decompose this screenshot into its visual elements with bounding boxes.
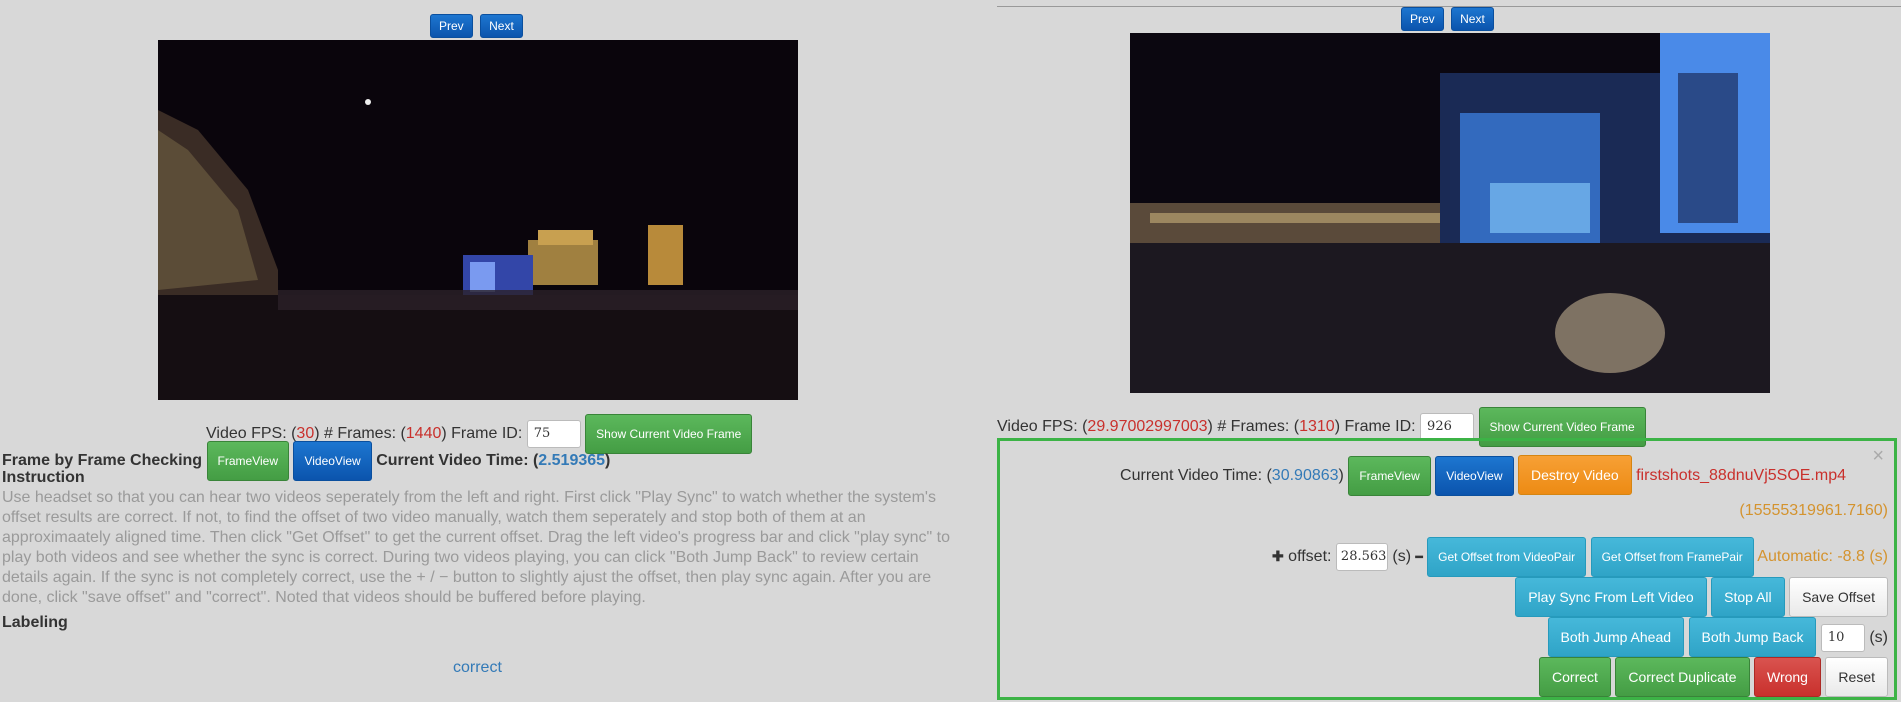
left-video-player[interactable] [158, 40, 798, 400]
stop-all-button[interactable]: Stop All [1711, 577, 1785, 617]
right-fps-prefix: Video FPS: ( [997, 418, 1088, 435]
wrong-button[interactable]: Wrong [1753, 657, 1821, 697]
correct-button[interactable]: Correct [1539, 657, 1611, 697]
panel-time-row: Current Video Time: (30.90863) FrameView… [1120, 455, 1846, 496]
left-frames-prefix: ) # Frames: ( [314, 425, 406, 442]
panel-label-row: Correct Correct Duplicate Wrong Reset [1539, 657, 1888, 697]
jump-unit: (s) [1869, 629, 1888, 646]
right-frameview-button[interactable]: FrameView [1348, 456, 1431, 496]
right-current-time-value: 30.90863 [1271, 467, 1339, 484]
left-frame-id-label: ) Frame ID: [441, 425, 523, 442]
automatic-offset: Automatic: -8.8 (s) [1757, 548, 1888, 565]
right-prev-button[interactable]: Prev [1401, 7, 1444, 31]
save-offset-button[interactable]: Save Offset [1789, 577, 1888, 617]
right-nav: Prev Next [1401, 7, 1494, 31]
offset-unit: (s) [1392, 548, 1412, 565]
offset-label: offset: [1288, 548, 1332, 565]
sync-control-panel: × Current Video Time: (30.90863) FrameVi… [997, 438, 1897, 700]
left-videoview-button[interactable]: VideoView [293, 441, 372, 481]
plus-icon[interactable]: ✚ [1272, 548, 1284, 564]
offset-input[interactable]: 28.563 [1335, 542, 1388, 571]
close-icon[interactable]: × [1872, 445, 1884, 468]
left-frameview-button[interactable]: FrameView [206, 441, 289, 481]
right-current-time-prefix: Current Video Time: ( [1120, 467, 1272, 484]
left-fps-value: 30 [296, 425, 315, 442]
get-offset-videopair-button[interactable]: Get Offset from VideoPair [1427, 537, 1587, 577]
labeling-title: Labeling [2, 614, 68, 631]
destroy-video-button[interactable]: Destroy Video [1517, 455, 1632, 495]
left-nav: Prev Next [430, 14, 523, 38]
left-next-button[interactable]: Next [480, 14, 523, 38]
left-video-frame [158, 40, 798, 400]
left-current-time-value: 2.519365 [538, 452, 606, 469]
frame-check-row: Frame by Frame Checking FrameView VideoV… [2, 441, 610, 481]
left-current-time-prefix: Current Video Time: ( [376, 452, 539, 469]
right-current-time-suffix: ) [1338, 467, 1344, 484]
right-frame-id-input[interactable]: 926 [1420, 412, 1475, 441]
left-current-time-suffix: ) [605, 452, 611, 469]
left-prev-button[interactable]: Prev [430, 14, 473, 38]
left-fps-prefix: Video FPS: ( [206, 425, 297, 442]
jump-seconds-input[interactable]: 10 [1820, 623, 1865, 652]
right-frames-value: 1310 [1299, 418, 1335, 435]
panel-jump-row: Both Jump Ahead Both Jump Back 10 (s) [1547, 617, 1888, 657]
panel-timestamp: (15555319961.7160) [1739, 497, 1888, 525]
panel-offset-row: ✚ offset: 28.563 (s) ━ Get Offset from V… [1272, 537, 1888, 577]
instruction-title: Instruction [2, 469, 85, 486]
right-video-player[interactable] [1130, 33, 1770, 393]
play-sync-button[interactable]: Play Sync From Left Video [1515, 577, 1707, 617]
label-value: correct [453, 659, 502, 676]
right-video-frame [1130, 33, 1770, 393]
panel-play-row: Play Sync From Left Video Stop All Save … [1515, 577, 1888, 617]
instruction-text: Use headset so that you can hear two vid… [2, 489, 951, 606]
right-videoview-button[interactable]: VideoView [1435, 456, 1514, 496]
reset-button[interactable]: Reset [1825, 657, 1888, 697]
get-offset-framepair-button[interactable]: Get Offset from FramePair [1590, 537, 1754, 577]
jump-ahead-button[interactable]: Both Jump Ahead [1547, 617, 1685, 657]
jump-back-button[interactable]: Both Jump Back [1688, 617, 1817, 657]
right-frame-id-label: ) Frame ID: [1334, 418, 1416, 435]
right-frames-prefix: ) # Frames: ( [1207, 418, 1300, 435]
right-fps-value: 29.97002997003 [1087, 418, 1208, 435]
right-next-button[interactable]: Next [1451, 7, 1494, 31]
frame-check-title: Frame by Frame Checking [2, 452, 203, 469]
video-filename: firstshots_88dnuVj5SOE.mp4 [1636, 467, 1846, 484]
video-timestamp: (15555319961.7160) [1739, 502, 1888, 519]
left-frames-value: 1440 [405, 425, 442, 442]
correct-duplicate-button[interactable]: Correct Duplicate [1615, 657, 1750, 697]
minus-icon[interactable]: ━ [1415, 550, 1422, 564]
